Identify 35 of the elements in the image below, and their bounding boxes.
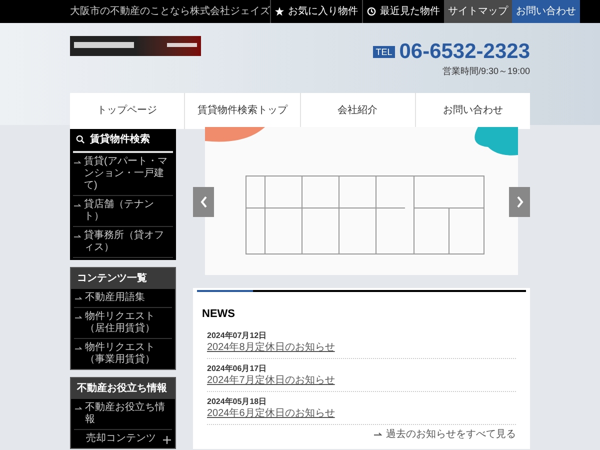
more-news-link[interactable]: 過去のお知らせをすべて見る bbox=[207, 426, 516, 442]
news-link[interactable]: 2024年8月定休日のお知らせ bbox=[207, 342, 335, 354]
panel-heading: コンテンツ一覧 bbox=[71, 268, 175, 289]
top-link[interactable]: サイトマップ bbox=[444, 0, 512, 23]
news-link[interactable]: 2024年6月定休日のお知らせ bbox=[207, 408, 335, 420]
company-logo[interactable] bbox=[70, 36, 201, 56]
sidebar-link[interactable]: 貸事務所（貸オフィス） bbox=[73, 227, 173, 258]
nav-link[interactable]: トップページ bbox=[70, 92, 184, 128]
tel-badge: TEL bbox=[372, 46, 396, 58]
plus-icon bbox=[163, 436, 171, 444]
history-icon bbox=[367, 7, 376, 16]
business-hours: 営業時間/9:30～19:00 bbox=[442, 65, 530, 78]
next-slide-button[interactable] bbox=[509, 187, 530, 217]
previous-slide-button[interactable] bbox=[193, 187, 214, 217]
sidebar-link[interactable]: 不動産お役立ち情報 bbox=[74, 399, 172, 430]
chevron-left-icon bbox=[200, 196, 208, 208]
panel-heading: 不動産お役立ち情報 bbox=[71, 378, 175, 399]
search-icon bbox=[76, 135, 85, 144]
news-heading: NEWS bbox=[202, 307, 236, 322]
sidebar-link[interactable]: 賃貸(アパート・マンション・一戸建て) bbox=[73, 153, 173, 196]
news-link[interactable]: 2024年7月定休日のお知らせ bbox=[207, 374, 335, 386]
sidebar-link[interactable]: 物件リクエスト（事業用賃貸） bbox=[74, 339, 172, 369]
phone-number[interactable]: 06-6532-2323 bbox=[399, 41, 530, 62]
star-icon bbox=[275, 7, 284, 16]
sidebar-link[interactable]: 売却コンテンツ bbox=[74, 430, 172, 448]
top-link[interactable]: お問い合わせ bbox=[512, 0, 580, 23]
news-date: 2024年06月17日 bbox=[207, 362, 267, 374]
tagline: 大阪市の不動産のことなら株式会社ジェイズ bbox=[70, 4, 270, 19]
sidebar-link[interactable]: 不動産用語集 bbox=[74, 289, 172, 308]
panel-heading: 賃貸物件検索 bbox=[90, 132, 150, 147]
news-date: 2024年07月12日 bbox=[207, 330, 267, 342]
chevron-right-icon bbox=[516, 196, 524, 208]
news-date: 2024年05月18日 bbox=[207, 396, 267, 408]
sidebar-link[interactable]: 物件リクエスト（居住用賃貸） bbox=[74, 308, 172, 339]
sidebar-link[interactable]: 貸店舗（テナント） bbox=[73, 196, 173, 227]
